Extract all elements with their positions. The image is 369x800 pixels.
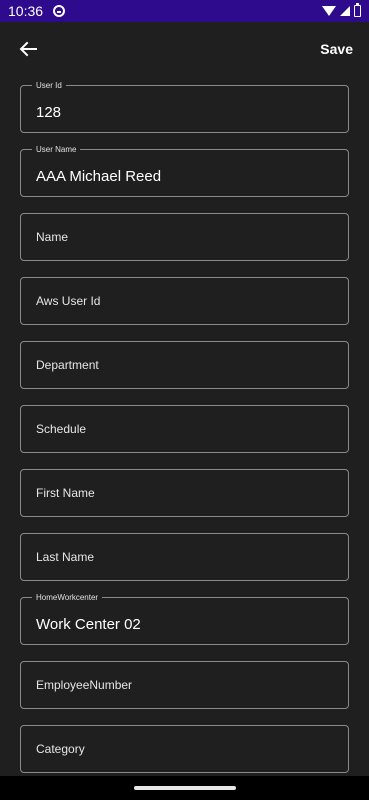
- app-notification-icon: [53, 5, 66, 17]
- last-name-placeholder: Last Name: [36, 550, 95, 564]
- user-form: User Id 128 User Name AAA Michael Reed N…: [20, 80, 349, 789]
- aws-user-id-field[interactable]: Aws User Id: [20, 277, 349, 325]
- home-workcenter-label: HomeWorkcenter: [32, 592, 103, 603]
- schedule-placeholder: Schedule: [36, 422, 87, 436]
- user-name-value: AAA Michael Reed: [36, 167, 162, 185]
- toolbar: Save: [0, 22, 369, 76]
- home-workcenter-field[interactable]: HomeWorkcenter Work Center 02: [20, 592, 349, 645]
- department-field[interactable]: Department: [20, 341, 349, 389]
- name-placeholder: Name: [36, 230, 69, 244]
- last-name-field[interactable]: Last Name: [20, 533, 349, 581]
- employee-number-placeholder: EmployeeNumber: [36, 678, 133, 692]
- signal-icon: [340, 6, 350, 16]
- user-id-field[interactable]: User Id 128: [20, 80, 349, 133]
- status-icons: [322, 3, 361, 17]
- employee-number-field[interactable]: EmployeeNumber: [20, 661, 349, 709]
- save-button[interactable]: Save: [320, 35, 353, 63]
- first-name-field[interactable]: First Name: [20, 469, 349, 517]
- user-name-field[interactable]: User Name AAA Michael Reed: [20, 144, 349, 197]
- category-placeholder: Category: [36, 742, 85, 756]
- user-id-label: User Id: [32, 80, 66, 91]
- wifi-icon: [322, 6, 336, 16]
- first-name-placeholder: First Name: [36, 486, 95, 500]
- status-bar: 10:36: [0, 0, 369, 22]
- schedule-field[interactable]: Schedule: [20, 405, 349, 453]
- department-placeholder: Department: [36, 358, 99, 372]
- home-indicator[interactable]: [133, 786, 236, 790]
- battery-icon: [354, 3, 361, 17]
- aws-user-id-placeholder: Aws User Id: [36, 294, 101, 308]
- navigation-bar: [0, 776, 369, 800]
- name-field[interactable]: Name: [20, 213, 349, 261]
- status-time: 10:36: [8, 3, 44, 19]
- back-button[interactable]: [16, 37, 40, 61]
- user-name-label: User Name: [32, 144, 81, 155]
- arrow-left-icon: [19, 41, 37, 57]
- category-field[interactable]: Category: [20, 725, 349, 773]
- user-id-value: 128: [36, 103, 62, 121]
- home-workcenter-value: Work Center 02: [36, 615, 141, 633]
